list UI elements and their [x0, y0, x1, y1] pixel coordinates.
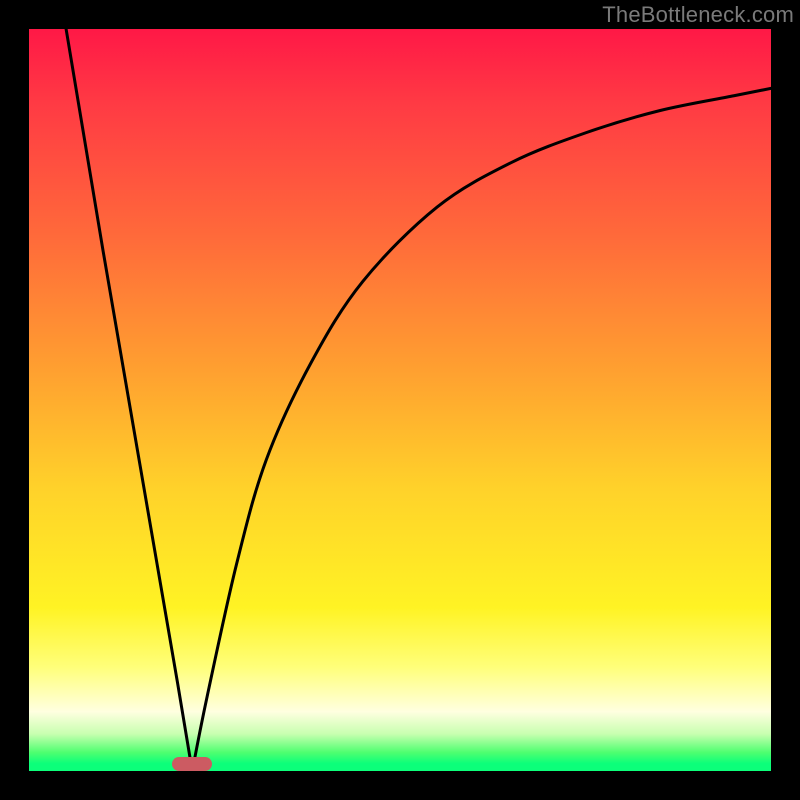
chart-frame [29, 29, 771, 771]
minimum-marker [172, 757, 212, 771]
bottleneck-curve [29, 29, 771, 771]
watermark-text: TheBottleneck.com [602, 2, 794, 28]
